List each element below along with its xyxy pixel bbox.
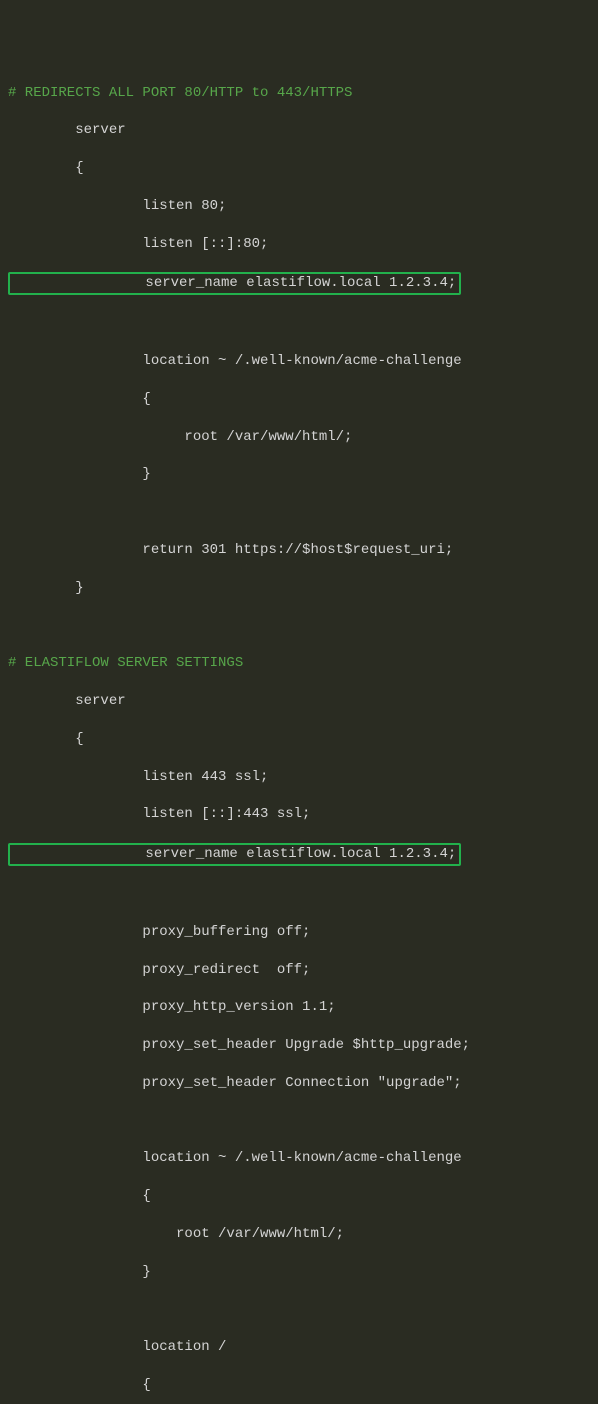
s2-server-name-highlight: server_name elastiflow.local 1.2.3.4; [8,843,461,866]
s1-root: root /var/www/html/; [8,428,590,447]
server2-brace-open: { [8,730,590,749]
s1-location-brace-close: } [8,465,590,484]
s2-proxy-set-header-connection: proxy_set_header Connection "upgrade"; [8,1074,590,1093]
s2-proxy-http-version: proxy_http_version 1.1; [8,998,590,1017]
blank-line [8,885,590,904]
s2-proxy-set-header-upgrade: proxy_set_header Upgrade $http_upgrade; [8,1036,590,1055]
blank-line [8,314,590,333]
server1-brace-open: { [8,159,590,178]
server1-keyword: server [8,121,590,140]
blank-line [8,1301,590,1320]
s2-server-name-line: server_name elastiflow.local 1.2.3.4; [8,843,590,866]
s2-listen-ipv6-443: listen [::]:443 ssl; [8,805,590,824]
s1-location-brace-open: { [8,390,590,409]
s2-location1-root: root /var/www/html/; [8,1225,590,1244]
s2-location1-brace-open: { [8,1187,590,1206]
s2-listen-443: listen 443 ssl; [8,768,590,787]
s1-server-name-line: server_name elastiflow.local 1.2.3.4; [8,272,590,295]
comment-elastiflow-settings: # ELASTIFLOW SERVER SETTINGS [8,654,590,673]
s2-location1-brace-close: } [8,1263,590,1282]
comment-redirects: # REDIRECTS ALL PORT 80/HTTP to 443/HTTP… [8,84,590,103]
server1-brace-close: } [8,579,590,598]
s1-listen-ipv6-80: listen [::]:80; [8,235,590,254]
s2-proxy-buffering: proxy_buffering off; [8,923,590,942]
s1-return-301: return 301 https://$host$request_uri; [8,541,590,560]
s1-server-name-highlight: server_name elastiflow.local 1.2.3.4; [8,272,461,295]
blank-line [8,1112,590,1131]
s2-proxy-redirect: proxy_redirect off; [8,961,590,980]
s2-location-root: location / [8,1338,590,1357]
s1-location-acme: location ~ /.well-known/acme-challenge [8,352,590,371]
s2-location2-brace-open: { [8,1376,590,1395]
s2-location-acme: location ~ /.well-known/acme-challenge [8,1149,590,1168]
s1-listen-80: listen 80; [8,197,590,216]
blank-line [8,503,590,522]
blank-line [8,617,590,636]
